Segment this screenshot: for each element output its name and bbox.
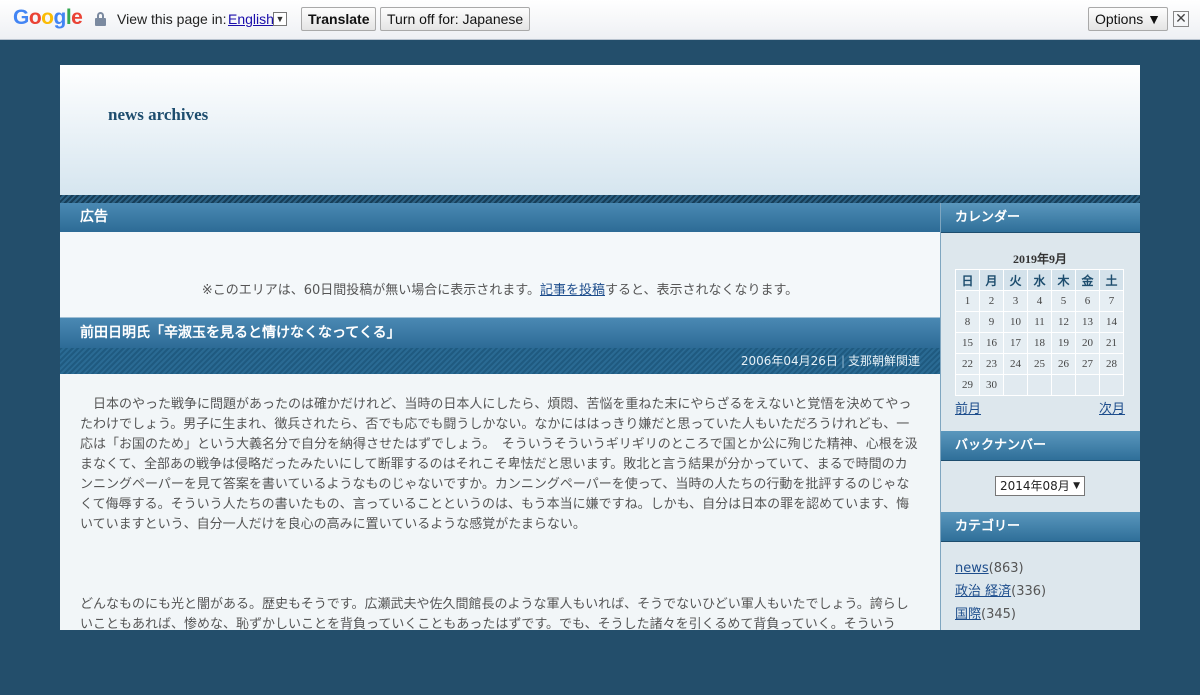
calendar-day: 25 — [1027, 353, 1052, 375]
backnumber-heading: バックナンバー — [941, 431, 1140, 461]
chevron-down-icon[interactable]: ▼ — [273, 12, 287, 26]
calendar-day: 2 — [979, 290, 1004, 312]
ad-area: ※このエリアは、60日間投稿が無い場合に表示されます。記事を投稿すると、表示され… — [60, 232, 940, 317]
category-item: 政治 経済(336) — [955, 580, 1046, 603]
calendar-weekday: 水 — [1027, 269, 1052, 291]
calendar-day: 30 — [979, 374, 1004, 396]
calendar-empty-cell — [1027, 374, 1052, 396]
header-divider — [60, 195, 1140, 203]
calendar-day: 12 — [1051, 311, 1076, 333]
calendar-day: 11 — [1027, 311, 1052, 333]
calendar-empty-cell — [1099, 374, 1124, 396]
calendar-week: 29 30 — [955, 374, 1124, 396]
view-in-label: View this page in: — [117, 11, 227, 27]
prev-month-link[interactable]: 前月 — [955, 398, 981, 417]
turn-off-button[interactable]: Turn off for: Japanese — [380, 7, 531, 31]
calendar-table: 日月火水木金土 1 2 3 4 5 6 7 8 9 10 11 12 13 14 15 16 17 18 19 20 2… — [955, 269, 1124, 396]
lock-icon — [95, 12, 106, 26]
calendar-week: 8 9 10 11 12 13 14 — [955, 311, 1124, 333]
category-count: (863) — [988, 561, 1024, 576]
category-link[interactable]: news — [955, 561, 989, 576]
chevron-down-icon: ▼ — [1073, 481, 1080, 491]
calendar-day: 23 — [979, 353, 1004, 375]
site-title[interactable]: news archives — [108, 105, 208, 125]
calendar-weekday: 火 — [1003, 269, 1028, 291]
google-logo: Google — [13, 6, 83, 29]
category-item: 国際(345) — [955, 603, 1046, 626]
calendar-empty-cell — [1051, 374, 1076, 396]
sidebar: カレンダー 2019年9月 日月火水木金土 1 2 3 4 5 6 7 8 9 10 11 12 13 1… — [940, 203, 1140, 630]
site-header: news archives — [60, 65, 1140, 197]
category-list: news(863) 政治 経済(336) 国際(345) — [955, 557, 1046, 626]
calendar-day: 22 — [955, 353, 980, 375]
calendar-day: 29 — [955, 374, 980, 396]
calendar-week: 15 16 17 18 19 20 21 — [955, 332, 1124, 354]
translate-button[interactable]: Translate — [301, 7, 377, 31]
calendar-day: 3 — [1003, 290, 1028, 312]
post-article-link[interactable]: 記事を投稿 — [540, 283, 605, 298]
calendar-day: 14 — [1099, 311, 1124, 333]
category-item: news(863) — [955, 557, 1046, 580]
meta-separator: | — [840, 354, 845, 368]
next-month-link[interactable]: 次月 — [1099, 398, 1125, 417]
category-link[interactable]: 政治 経済 — [955, 584, 1011, 599]
calendar-day: 27 — [1075, 353, 1100, 375]
backnumber-selected-value: 2014年08月 — [1000, 479, 1070, 493]
calendar-week: 22 23 24 25 26 27 28 — [955, 353, 1124, 375]
calendar-weekday: 日 — [955, 269, 980, 291]
calendar-day: 17 — [1003, 332, 1028, 354]
post-title[interactable]: 前田日明氏「辛淑玉を見ると情けなくなってくる」 — [60, 317, 940, 348]
calendar-day: 21 — [1099, 332, 1124, 354]
blog-page: news archives 広告 ※このエリアは、60日間投稿が無い場合に表示さ… — [60, 65, 1140, 632]
calendar-empty-cell — [1003, 374, 1028, 396]
calendar-day: 10 — [1003, 311, 1028, 333]
options-button[interactable]: Options ▼ — [1088, 7, 1168, 31]
calendar-day: 5 — [1051, 290, 1076, 312]
calendar-weekday: 木 — [1051, 269, 1076, 291]
calendar-day: 7 — [1099, 290, 1124, 312]
post-category-link[interactable]: 支那朝鮮関連 — [848, 354, 920, 368]
calendar-day: 18 — [1027, 332, 1052, 354]
main-column: 広告 ※このエリアは、60日間投稿が無い場合に表示されます。記事を投稿すると、表… — [60, 203, 940, 632]
calendar-day: 28 — [1099, 353, 1124, 375]
category-heading: カテゴリー — [941, 512, 1140, 542]
close-icon[interactable]: ✕ — [1173, 11, 1189, 27]
post-body: 日本のやった戦争に問題があったのは確かだけれど、当時の日本人にしたら、煩悶、苦悩… — [80, 395, 920, 695]
calendar-weekday: 金 — [1075, 269, 1100, 291]
calendar-day: 26 — [1051, 353, 1076, 375]
ad-note-text: ※このエリアは、60日間投稿が無い場合に表示されます。 — [201, 283, 540, 298]
calendar-day: 9 — [979, 311, 1004, 333]
ad-note: ※このエリアは、60日間投稿が無い場合に表示されます。記事を投稿すると、表示され… — [60, 279, 940, 298]
post-date: 2006年04月26日 — [740, 354, 838, 368]
ad-note-text-end: すると、表示されなくなります。 — [604, 283, 799, 298]
calendar-empty-cell — [1075, 374, 1100, 396]
calendar-day: 24 — [1003, 353, 1028, 375]
calendar-weekday: 土 — [1099, 269, 1124, 291]
category-count: (336) — [1011, 584, 1047, 599]
post-paragraph: 日本のやった戦争に問題があったのは確かだけれど、当時の日本人にしたら、煩悶、苦悩… — [80, 397, 918, 532]
category-count: (345) — [981, 607, 1016, 622]
calendar-day: 19 — [1051, 332, 1076, 354]
calendar-day: 4 — [1027, 290, 1052, 312]
language-selector[interactable]: English — [228, 11, 274, 27]
calendar-day: 20 — [1075, 332, 1100, 354]
calendar-day: 6 — [1075, 290, 1100, 312]
post-meta: 2006年04月26日 | 支那朝鮮関連 — [60, 348, 940, 374]
category-link[interactable]: 国際 — [955, 607, 981, 622]
calendar-day: 16 — [979, 332, 1004, 354]
calendar-week: 1234567 — [955, 290, 1124, 312]
post-paragraph: どんなものにも光と闇がある。歴史もそうです。広瀬武夫や佐久間館長のような軍人もい… — [80, 597, 909, 632]
calendar-caption: 2019年9月 — [1012, 252, 1067, 266]
calendar-weekday: 月 — [979, 269, 1004, 291]
backnumber-select[interactable]: 2014年08月 ▼ — [995, 476, 1085, 496]
ad-heading: 広告 — [60, 203, 940, 232]
calendar-day: 15 — [955, 332, 980, 354]
calendar-day: 1 — [955, 290, 980, 312]
calendar-day: 8 — [955, 311, 980, 333]
calendar-day: 13 — [1075, 311, 1100, 333]
translate-bar: Google View this page in: English ▼ Tran… — [0, 0, 1200, 40]
calendar-heading: カレンダー — [941, 203, 1140, 233]
